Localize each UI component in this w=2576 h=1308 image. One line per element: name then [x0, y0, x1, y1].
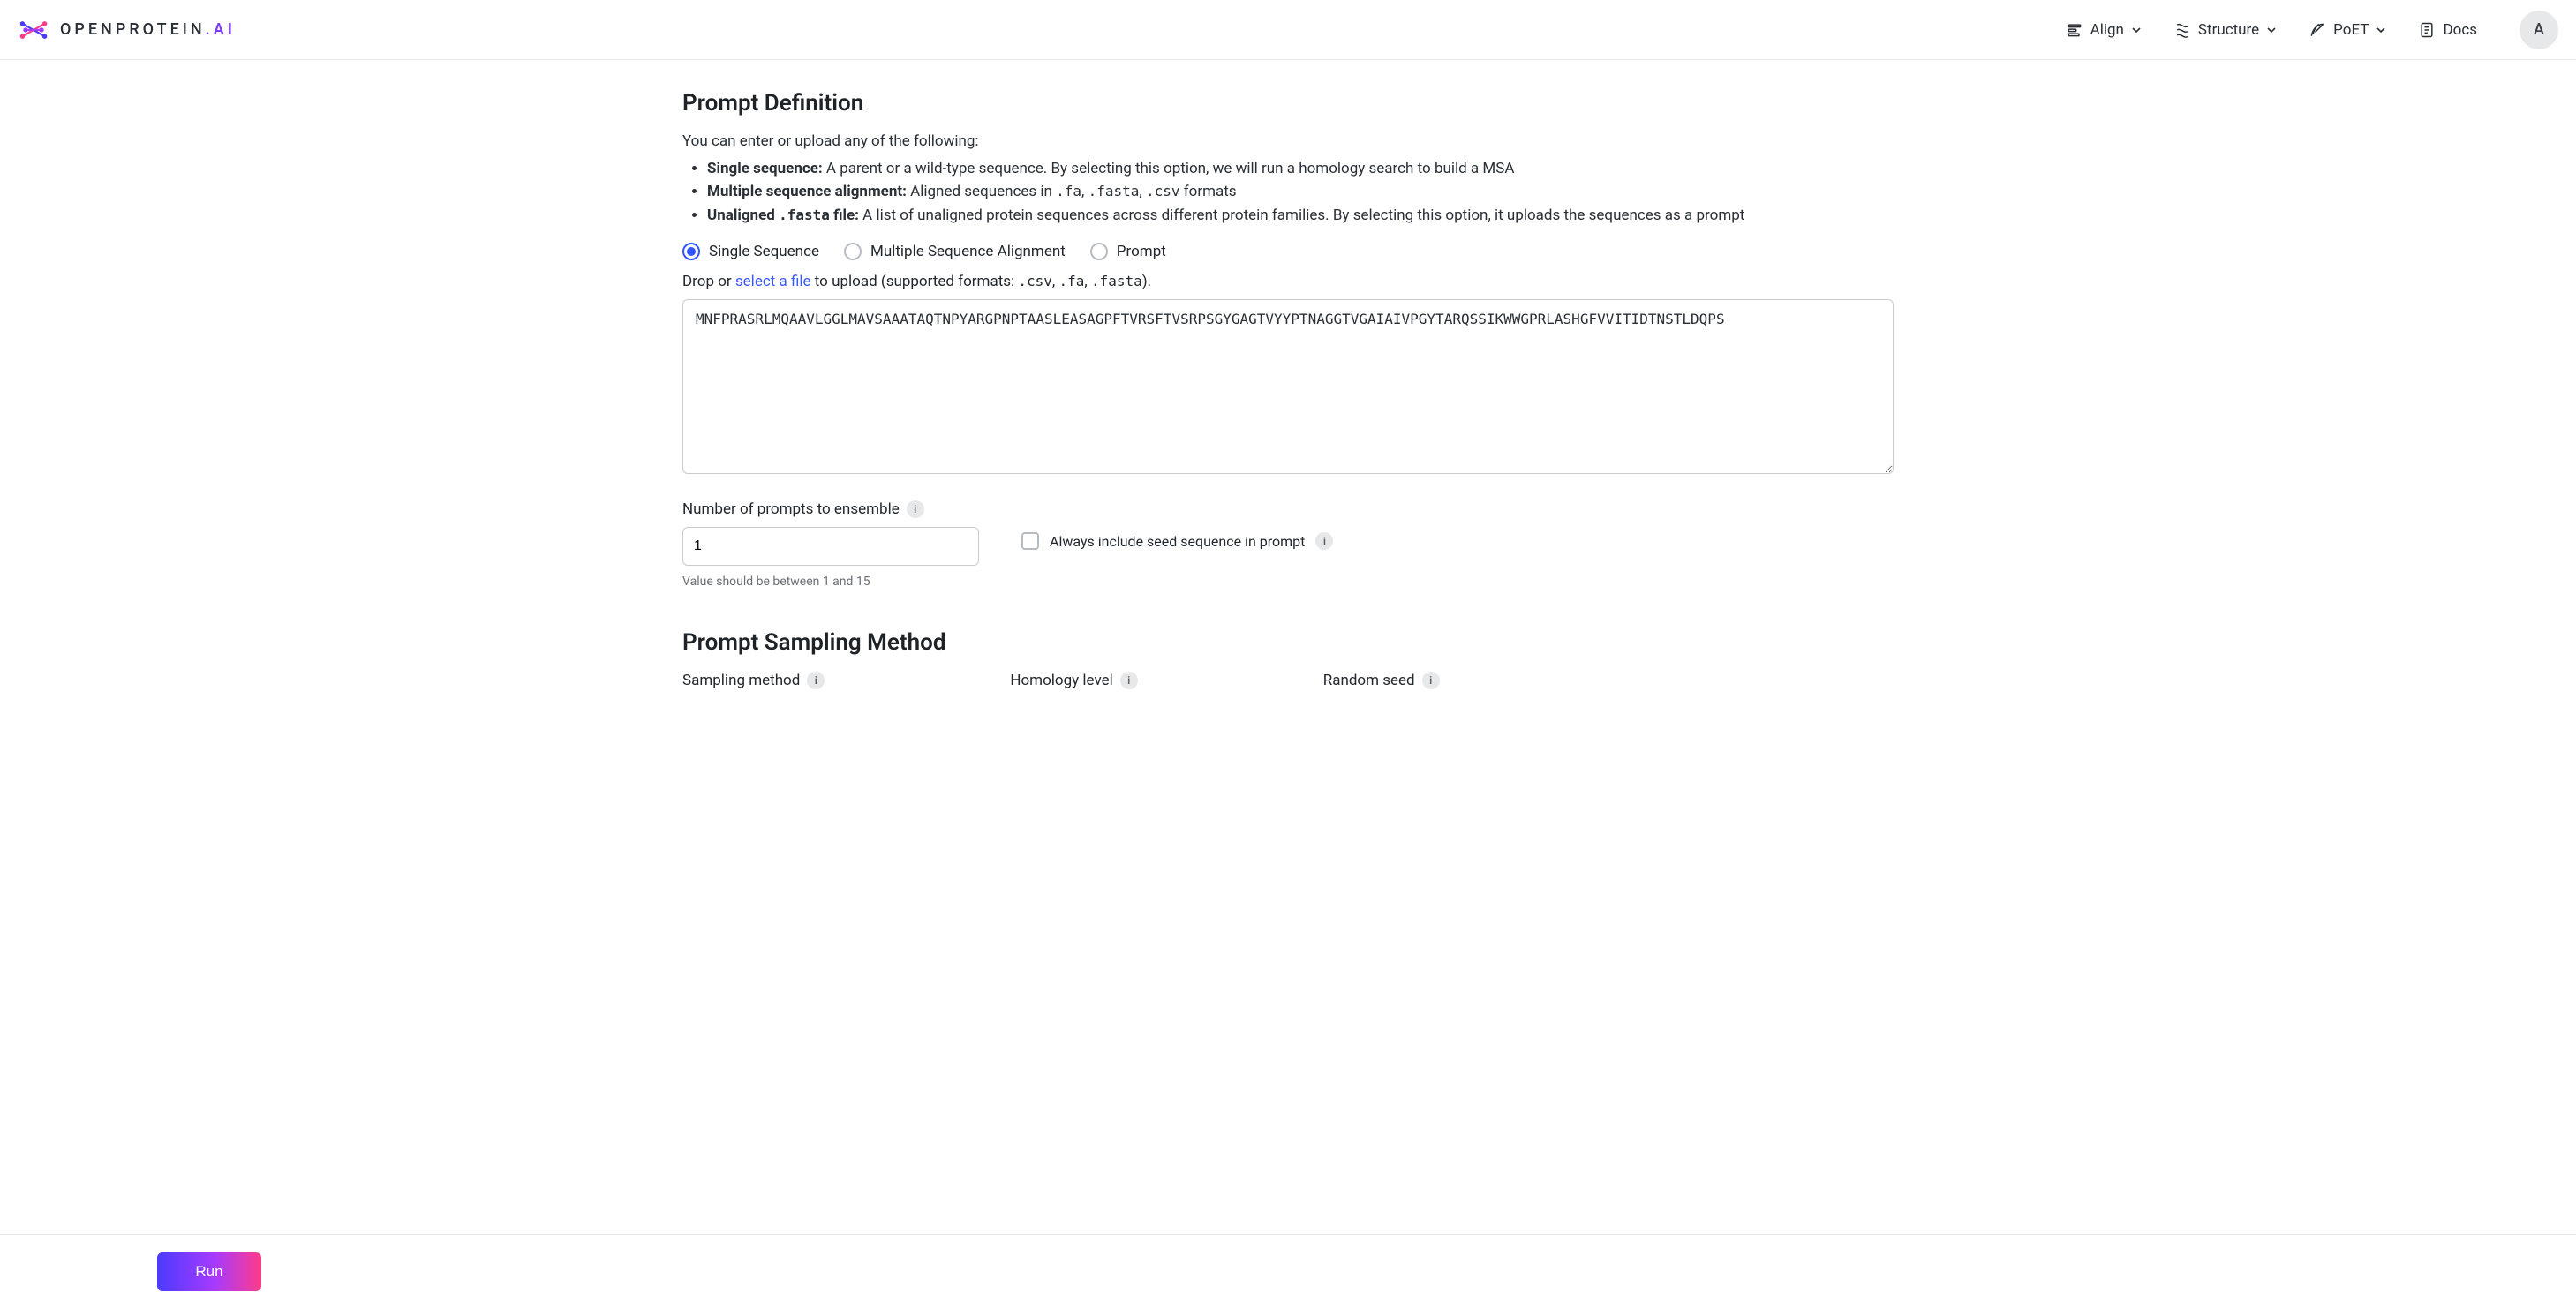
bullet-unaligned: Unaligned .fasta file: A list of unalign… — [707, 204, 1894, 227]
bullet-msa-pre: Aligned sequences in — [907, 183, 1056, 200]
code-fa: .fa — [1058, 273, 1084, 289]
bullet-unaligned-boldpost: file: — [830, 207, 859, 224]
brand-logo-icon — [18, 14, 49, 46]
homology-level-field: Homology level i — [1010, 672, 1137, 689]
info-icon[interactable]: i — [1422, 672, 1440, 689]
run-bar: Run — [0, 1234, 2576, 1308]
select-file-link[interactable]: select a file — [735, 273, 811, 290]
brand-word-prefix: OPENPROTEIN — [60, 20, 206, 39]
radio-msa-label: Multiple Sequence Alignment — [870, 243, 1066, 260]
code-fasta: .fasta — [1091, 273, 1142, 289]
code-csv: .csv — [1146, 183, 1180, 199]
info-icon[interactable]: i — [907, 500, 924, 518]
prompt-definition-intro: You can enter or upload any of the follo… — [682, 132, 1894, 150]
random-seed-label: Random seed — [1323, 672, 1415, 689]
brand-word-suffix: .AI — [206, 20, 236, 39]
bullet-msa-post: formats — [1180, 183, 1237, 200]
code-fa: .fa — [1056, 183, 1081, 199]
radio-prompt-label: Prompt — [1117, 243, 1166, 260]
radio-msa[interactable]: Multiple Sequence Alignment — [844, 243, 1066, 260]
code-fasta: .fasta — [1088, 183, 1140, 199]
sampling-method-title: Prompt Sampling Method — [682, 629, 1894, 656]
radio-dot-icon — [844, 243, 862, 260]
nav-poet[interactable]: PoET — [2305, 16, 2390, 44]
bullet-unaligned-rest: A list of unaligned protein sequences ac… — [859, 207, 1744, 224]
bullet-single-bold: Single sequence: — [707, 160, 823, 177]
nav-poet-label: PoET — [2333, 21, 2369, 39]
nav-right: Align Structure PoET — [2062, 11, 2558, 49]
sequence-input[interactable] — [682, 299, 1894, 474]
bullet-single-rest: A parent or a wild-type sequence. By sel… — [823, 160, 1515, 177]
include-seed-label: Always include seed sequence in prompt — [1050, 533, 1305, 550]
radio-prompt[interactable]: Prompt — [1090, 243, 1166, 260]
num-prompts-helper: Value should be between 1 and 15 — [682, 575, 979, 589]
run-button[interactable]: Run — [157, 1252, 261, 1291]
prompt-definition-bullets: Single sequence: A parent or a wild-type… — [682, 157, 1894, 227]
structure-icon — [2173, 21, 2191, 39]
info-icon[interactable]: i — [1120, 672, 1138, 689]
include-seed-checkbox[interactable]: Always include seed sequence in prompt i — [1021, 532, 1333, 550]
app-header: OPENPROTEIN.AI Align Structure — [0, 0, 2576, 60]
num-prompts-label: Number of prompts to ensemble — [682, 500, 900, 518]
sampling-method-label: Sampling method — [682, 672, 800, 689]
info-icon[interactable]: i — [1315, 532, 1333, 550]
bullet-msa-bold: Multiple sequence alignment: — [707, 183, 907, 200]
homology-level-label: Homology level — [1010, 672, 1112, 689]
drop-upload-line: Drop or select a file to upload (support… — [682, 273, 1894, 290]
num-prompts-input[interactable] — [682, 527, 979, 566]
bullet-single-sequence: Single sequence: A parent or a wild-type… — [707, 157, 1894, 180]
random-seed-field: Random seed i — [1323, 672, 1440, 689]
checkbox-box-icon — [1021, 532, 1039, 550]
info-icon[interactable]: i — [807, 672, 825, 689]
chevron-down-icon — [2131, 25, 2142, 35]
radio-dot-icon — [1090, 243, 1108, 260]
brand[interactable]: OPENPROTEIN.AI — [18, 14, 236, 46]
bullet-msa: Multiple sequence alignment: Aligned seq… — [707, 180, 1894, 203]
code-csv: .csv — [1018, 273, 1052, 289]
code-fasta-bold: .fasta — [779, 207, 830, 223]
nav-structure[interactable]: Structure — [2170, 16, 2280, 44]
chevron-down-icon — [2266, 25, 2277, 35]
radio-dot-icon — [682, 243, 700, 260]
page-main: Prompt Definition You can enter or uploa… — [661, 60, 1915, 804]
avatar-initial: A — [2534, 20, 2544, 39]
nav-align-label: Align — [2090, 21, 2124, 39]
sampling-method-field: Sampling method i — [682, 672, 825, 689]
nav-docs-label: Docs — [2443, 21, 2477, 39]
sampling-row: Sampling method i Homology level i Rando… — [682, 672, 1894, 689]
docs-icon — [2418, 21, 2436, 39]
nav-align[interactable]: Align — [2062, 16, 2145, 44]
radio-single-label: Single Sequence — [709, 243, 819, 260]
radio-single-sequence[interactable]: Single Sequence — [682, 243, 819, 260]
nav-docs[interactable]: Docs — [2414, 16, 2481, 44]
brand-wordmark: OPENPROTEIN.AI — [60, 20, 236, 39]
chevron-down-icon — [2376, 25, 2386, 35]
prompt-definition-title: Prompt Definition — [682, 90, 1894, 117]
input-type-radio-group: Single Sequence Multiple Sequence Alignm… — [682, 243, 1894, 260]
align-icon — [2066, 21, 2083, 39]
bullet-unaligned-pre: Unaligned — [707, 207, 779, 224]
avatar[interactable]: A — [2520, 11, 2558, 49]
num-prompts-field: Number of prompts to ensemble i Value sh… — [682, 500, 979, 589]
nav-structure-label: Structure — [2198, 21, 2259, 39]
feather-icon — [2309, 21, 2326, 39]
